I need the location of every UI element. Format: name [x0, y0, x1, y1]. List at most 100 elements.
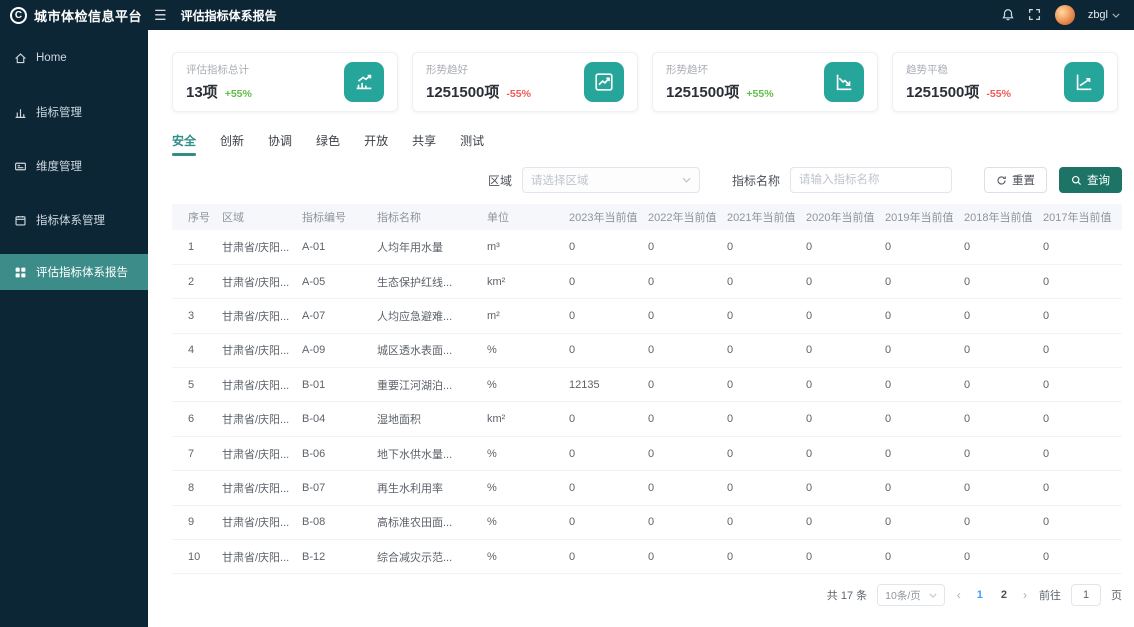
table-cell: 0: [964, 539, 1043, 575]
table-cell: 0: [569, 298, 648, 334]
table-cell: m³: [487, 230, 569, 265]
table-cell: 湿地面积: [377, 401, 487, 437]
table-cell: 0: [648, 539, 727, 575]
column-header: 2017年当前值: [1043, 204, 1122, 230]
table-cell: 0: [569, 505, 648, 541]
table-cell: 0: [964, 436, 1043, 472]
tab-coordination[interactable]: 协调: [268, 132, 292, 156]
region-filter-label: 区域: [487, 173, 512, 188]
table-cell: 0: [727, 401, 806, 437]
table-cell: 甘肃省/庆阳...: [222, 298, 302, 334]
page-number-2[interactable]: 2: [997, 589, 1011, 601]
table-cell: 0: [727, 298, 806, 334]
table-cell: 0: [964, 333, 1043, 369]
table-cell: 4: [172, 333, 222, 369]
table-cell: B-06: [302, 436, 377, 472]
table-cell: 0: [648, 401, 727, 437]
table-cell: 地下水供水量...: [377, 436, 487, 472]
stat-card-delta: -55%: [986, 88, 1011, 100]
user-avatar[interactable]: [1054, 5, 1075, 25]
sidebar-item-dimension-mgmt[interactable]: 维度管理: [0, 148, 148, 184]
table-cell: 综合减灾示范...: [377, 539, 487, 575]
goto-page-input[interactable]: [1071, 584, 1101, 607]
table-cell: 0: [964, 401, 1043, 437]
sidebar-item-home[interactable]: Home: [0, 40, 148, 76]
column-header: 区域: [222, 204, 302, 230]
table-cell: 甘肃省/庆阳...: [222, 436, 302, 472]
tab-test[interactable]: 测试: [460, 132, 484, 156]
table-cell: 甘肃省/庆阳...: [222, 470, 302, 506]
tab-share[interactable]: 共享: [412, 132, 436, 156]
notification-bell-icon[interactable]: [1001, 8, 1015, 22]
sidebar-item-indicator-mgmt[interactable]: 指标管理: [0, 94, 148, 130]
table-cell: 0: [964, 470, 1043, 506]
indicator-table: 序号 区域 指标编号 指标名称 单位 2023年当前值 2022年当前值 2021年当前值 20…: [172, 204, 1122, 575]
table-cell: 0: [885, 298, 964, 334]
table-cell: km²: [487, 401, 569, 437]
user-menu[interactable]: zbgl: [1088, 9, 1120, 21]
table-cell: 0: [885, 539, 964, 575]
tab-safety[interactable]: 安全: [172, 132, 197, 156]
table-row: 1 甘肃省/庆阳... A-01 人均年用水量 m³ 0 0 0 0 0 0 0: [172, 230, 1122, 265]
chevron-down-icon: [929, 593, 937, 598]
column-header: 2022年当前值: [648, 204, 727, 230]
table-cell: m²: [487, 298, 569, 334]
bar-chart-icon: [15, 108, 26, 118]
next-page-button[interactable]: ›: [1021, 588, 1029, 602]
tab-innovation[interactable]: 创新: [220, 132, 244, 156]
table-cell: 0: [569, 230, 648, 265]
table-cell: 0: [1043, 401, 1122, 437]
reset-button[interactable]: 重置: [984, 167, 1047, 193]
table-cell: 0: [806, 367, 885, 403]
pagination-total: 共 17 条: [826, 590, 868, 603]
fullscreen-icon[interactable]: [1028, 8, 1042, 22]
table-cell: 0: [806, 264, 885, 300]
stat-card-delta: +55%: [224, 88, 252, 100]
table-cell: 甘肃省/庆阳...: [222, 333, 302, 369]
table-cell: B-08: [302, 505, 377, 541]
prev-page-button[interactable]: ‹: [955, 588, 963, 602]
table-cell: A-05: [302, 264, 377, 300]
menu-collapse-icon[interactable]: ☰: [154, 7, 167, 24]
stat-card-delta: +55%: [746, 88, 774, 100]
table-cell: 高标准农田面...: [377, 505, 487, 541]
table-cell: 0: [648, 470, 727, 506]
page-size-label: 10条/页: [885, 589, 921, 602]
table-cell: A-07: [302, 298, 377, 334]
region-select[interactable]: 请选择区域: [521, 167, 700, 193]
table-cell: 0: [885, 230, 964, 265]
sidebar-item-indicator-system-mgmt[interactable]: 指标体系管理: [0, 202, 148, 238]
sidebar-item-evaluation-report[interactable]: 评估指标体系报告: [0, 254, 148, 290]
indicator-name-input[interactable]: [790, 167, 952, 193]
column-header: 单位: [487, 204, 569, 230]
refresh-icon: [997, 175, 1006, 185]
table-cell: 7: [172, 436, 222, 472]
query-button[interactable]: 查询: [1059, 167, 1122, 193]
reset-button-label: 重置: [1012, 175, 1035, 187]
page-number-1[interactable]: 1: [973, 589, 987, 601]
stat-card-value: 1251500项: [906, 84, 980, 101]
table-cell: 0: [1043, 230, 1122, 265]
tab-open[interactable]: 开放: [364, 132, 388, 156]
page-size-select[interactable]: 10条/页: [877, 584, 945, 607]
table-cell: A-09: [302, 333, 377, 369]
table-cell: 9: [172, 505, 222, 541]
table-cell: 0: [727, 539, 806, 575]
table-cell: 甘肃省/庆阳...: [222, 230, 302, 265]
table-cell: %: [487, 539, 569, 575]
table-cell: 甘肃省/庆阳...: [222, 505, 302, 541]
table-cell: 0: [885, 333, 964, 369]
stat-card-value: 1251500项: [666, 84, 740, 101]
table-cell: B-04: [302, 401, 377, 437]
table-cell: 1: [172, 230, 222, 265]
table-cell: 0: [806, 333, 885, 369]
tab-green[interactable]: 绿色: [316, 132, 340, 156]
table-cell: 人均年用水量: [377, 230, 487, 265]
stat-card-title: 评估指标总计: [186, 64, 249, 76]
id-card-icon: [15, 162, 26, 170]
app-logo[interactable]: C 城市体检信息平台: [0, 6, 148, 25]
column-header: 2020年当前值: [806, 204, 885, 230]
column-header: 2021年当前值: [727, 204, 806, 230]
table-cell: 0: [727, 470, 806, 506]
indicator-name-label: 指标名称: [731, 173, 780, 188]
